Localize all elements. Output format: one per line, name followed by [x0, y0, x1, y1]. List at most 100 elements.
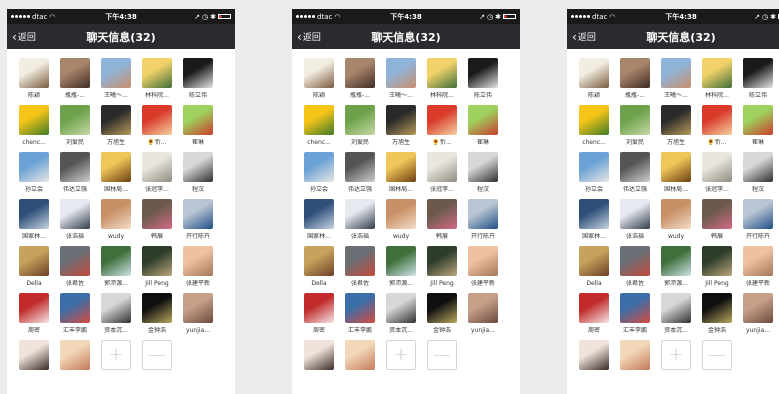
member-item[interactable]: yunjia...: [468, 293, 498, 335]
member-item[interactable]: 瓶瓶-...: [620, 58, 650, 100]
member-item[interactable]: 瓶瓶-...: [60, 58, 90, 100]
member-item[interactable]: [60, 340, 90, 370]
member-item[interactable]: [304, 340, 334, 370]
member-item[interactable]: 程汉: [183, 152, 213, 194]
member-item[interactable]: 张君佐: [620, 246, 650, 288]
member-item[interactable]: Jill Peng: [427, 246, 457, 288]
member-item[interactable]: 张浩福: [60, 199, 90, 241]
member-item[interactable]: 张君佐: [345, 246, 375, 288]
member-item[interactable]: 郭沛源...: [661, 246, 691, 288]
member-item[interactable]: 孙立会: [579, 152, 609, 194]
member-item[interactable]: 韩展: [427, 199, 457, 241]
member-item[interactable]: 郭沛源...: [386, 246, 416, 288]
member-item[interactable]: 国林局...: [386, 152, 416, 194]
member-item[interactable]: 孙立会: [304, 152, 334, 194]
member-item[interactable]: [620, 340, 650, 370]
member-item[interactable]: 伟达立强: [345, 152, 375, 194]
member-item[interactable]: yunjia...: [183, 293, 213, 335]
member-item[interactable]: chenc...: [19, 105, 49, 147]
member-item[interactable]: Della: [19, 246, 49, 288]
member-item[interactable]: 张冠李...: [142, 152, 172, 194]
member-item[interactable]: wudy: [386, 199, 416, 241]
member-item[interactable]: 汇丰李鹏: [620, 293, 650, 335]
member-item[interactable]: wudy: [661, 199, 691, 241]
member-item[interactable]: yunjia...: [743, 293, 773, 335]
member-item[interactable]: 张建平新: [183, 246, 213, 288]
member-item[interactable]: 王曦～...: [661, 58, 691, 100]
member-item[interactable]: Jill Peng: [142, 246, 172, 288]
member-item[interactable]: 崔琳: [183, 105, 213, 147]
member-item[interactable]: 国林局...: [661, 152, 691, 194]
member-item[interactable]: 金钟浩: [702, 293, 732, 335]
member-item[interactable]: wudy: [101, 199, 131, 241]
member-item[interactable]: 资本沉...: [661, 293, 691, 335]
member-item[interactable]: 韩展: [702, 199, 732, 241]
member-item[interactable]: 万旭生: [386, 105, 416, 147]
remove-member-button[interactable]: —: [142, 340, 172, 370]
member-item[interactable]: 张建平新: [743, 246, 773, 288]
member-item[interactable]: 刘爱民: [60, 105, 90, 147]
member-item[interactable]: 程汉: [468, 152, 498, 194]
member-item[interactable]: 韩展: [142, 199, 172, 241]
member-item[interactable]: [19, 340, 49, 370]
member-item[interactable]: chenc...: [579, 105, 609, 147]
back-button[interactable]: ‹ 返回: [567, 30, 596, 44]
member-item[interactable]: 🌻忻...: [702, 105, 732, 147]
member-item[interactable]: 张冠李...: [427, 152, 457, 194]
member-item[interactable]: Della: [579, 246, 609, 288]
member-item[interactable]: 周密: [19, 293, 49, 335]
member-item[interactable]: 陈颖: [579, 58, 609, 100]
member-item[interactable]: [345, 340, 375, 370]
member-item[interactable]: 🌻忻...: [427, 105, 457, 147]
add-member-button[interactable]: +: [101, 340, 131, 370]
member-item[interactable]: 刘爱民: [345, 105, 375, 147]
member-item[interactable]: 张建平新: [468, 246, 498, 288]
member-item[interactable]: 开行陈卉: [743, 199, 773, 241]
member-item[interactable]: 林科院...: [142, 58, 172, 100]
member-item[interactable]: 王曦～...: [101, 58, 131, 100]
member-item[interactable]: 资本沉...: [101, 293, 131, 335]
member-item[interactable]: Della: [304, 246, 334, 288]
member-item[interactable]: 汇丰李鹏: [60, 293, 90, 335]
member-item[interactable]: 陈颖: [304, 58, 334, 100]
member-item[interactable]: 万旭生: [101, 105, 131, 147]
member-item[interactable]: 国家林...: [579, 199, 609, 241]
member-item[interactable]: 瓶瓶-...: [345, 58, 375, 100]
member-item[interactable]: 程汉: [743, 152, 773, 194]
member-item[interactable]: 陈立伟: [183, 58, 213, 100]
member-item[interactable]: 林科院...: [427, 58, 457, 100]
member-item[interactable]: 开行陈卉: [468, 199, 498, 241]
member-item[interactable]: 林科院...: [702, 58, 732, 100]
member-item[interactable]: 周密: [304, 293, 334, 335]
member-item[interactable]: 国家林...: [304, 199, 334, 241]
add-member-button[interactable]: +: [661, 340, 691, 370]
remove-member-button[interactable]: —: [702, 340, 732, 370]
member-item[interactable]: 陈颖: [19, 58, 49, 100]
member-item[interactable]: 崔琳: [468, 105, 498, 147]
member-item[interactable]: Jill Peng: [702, 246, 732, 288]
member-item[interactable]: 金钟浩: [142, 293, 172, 335]
member-item[interactable]: 崔琳: [743, 105, 773, 147]
member-item[interactable]: 刘爱民: [620, 105, 650, 147]
member-item[interactable]: 陈立伟: [468, 58, 498, 100]
member-item[interactable]: 周密: [579, 293, 609, 335]
member-item[interactable]: 汇丰李鹏: [345, 293, 375, 335]
member-item[interactable]: 万旭生: [661, 105, 691, 147]
member-item[interactable]: 资本沉...: [386, 293, 416, 335]
remove-member-button[interactable]: —: [427, 340, 457, 370]
member-item[interactable]: 国家林...: [19, 199, 49, 241]
member-item[interactable]: 伟达立强: [620, 152, 650, 194]
member-item[interactable]: 张冠李...: [702, 152, 732, 194]
back-button[interactable]: ‹ 返回: [7, 30, 36, 44]
member-item[interactable]: 开行陈卉: [183, 199, 213, 241]
member-item[interactable]: 张浩福: [620, 199, 650, 241]
member-item[interactable]: [579, 340, 609, 370]
member-item[interactable]: 国林局...: [101, 152, 131, 194]
member-item[interactable]: 金钟浩: [427, 293, 457, 335]
member-item[interactable]: 伟达立强: [60, 152, 90, 194]
back-button[interactable]: ‹ 返回: [292, 30, 321, 44]
member-item[interactable]: 王曦～...: [386, 58, 416, 100]
member-item[interactable]: 郭沛源...: [101, 246, 131, 288]
member-item[interactable]: 张君佐: [60, 246, 90, 288]
member-item[interactable]: 陈立伟: [743, 58, 773, 100]
